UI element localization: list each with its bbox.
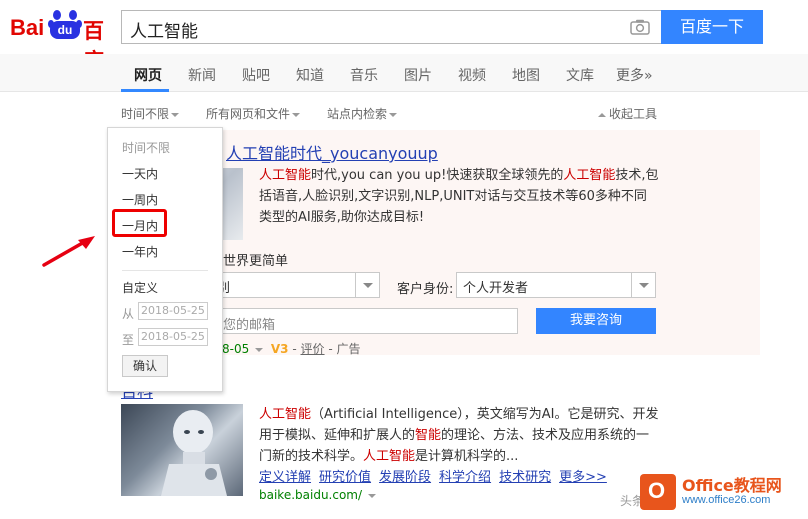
ad-title-link[interactable]: 人工智能时代_youcanyouup [226,140,438,164]
sublink-more[interactable]: 更多>> [559,470,607,485]
sublink-definition[interactable]: 定义详解 [259,470,311,485]
camera-icon[interactable] [630,19,650,35]
to-label: 至 [122,333,135,347]
sublink-value[interactable]: 研究价值 [319,470,371,485]
time-option-any[interactable]: 时间不限 [122,139,170,156]
ad-description: 人工智能时代,you can you up!快速获取全球领先的人工智能技术,包括… [259,165,659,228]
result-sublinks: 定义详解 研究价值 发展阶段 科学介绍 技术研究 更多>> [259,466,615,485]
to-date-input[interactable]: 2018-05-25 [138,328,208,346]
highlight-annotation [112,209,167,237]
tab-web[interactable]: 网页 [134,65,162,85]
desc-text: 是计算机科学的... [415,449,519,464]
tab-map[interactable]: 地图 [512,65,540,85]
tab-video[interactable]: 视频 [458,65,486,85]
role-label: 客户身份: [397,282,454,297]
sublink-intro[interactable]: 科学介绍 [439,470,491,485]
search-input[interactable] [121,10,662,44]
collapse-tools-label: 收起工具 [609,107,658,121]
chevron-down-icon[interactable] [367,493,376,498]
watermark-brand: Office教程网 [682,476,782,495]
highlight-term: 人工智能 [259,407,312,422]
highlight-term: 人工智能 [563,168,616,183]
from-label: 从 [122,307,135,321]
email-placeholder: 您的邮箱 [223,318,276,333]
highlight-term: 人工智能 [259,168,312,183]
chevron-down-icon [171,112,180,117]
ad-meta: 8-05 V3 - 评价 - 广告 [222,342,361,356]
filter-filetype[interactable]: 所有网页和文件 [206,105,301,122]
baidu-logo[interactable]: Bai du 百度 [10,6,115,73]
ad-subheading: 世界更简单 [223,254,289,269]
time-option-day[interactable]: 一天内 [122,165,158,182]
result-url-text: baike.baidu.com/ [259,488,363,502]
watermark-logo: 头条 O Office教程网 www.office26.com [620,468,806,516]
collapse-tools[interactable]: 收起工具 [598,105,657,122]
tab-wenku[interactable]: 文库 [566,65,594,85]
tab-tieba[interactable]: 贴吧 [242,65,270,85]
filter-time[interactable]: 时间不限 [121,105,180,122]
tab-zhidao[interactable]: 知道 [296,65,324,85]
result-description: 人工智能（Artificial Intelligence），英文缩写为AI。它是… [259,404,659,467]
tab-news[interactable]: 新闻 [188,65,216,85]
logo-du: du [50,21,80,39]
chevron-down-icon [355,273,379,297]
robot-thumbnail[interactable] [121,404,243,496]
custom-range-label: 自定义 [122,281,159,295]
filter-site[interactable]: 站点内检索 [327,105,398,122]
consult-button[interactable]: 我要咨询 [536,308,656,334]
tab-music[interactable]: 音乐 [350,65,378,85]
time-option-week[interactable]: 一周内 [122,191,158,208]
active-tab-indicator [121,89,169,92]
chevron-down-icon [292,112,301,117]
confirm-button[interactable]: 确认 [122,355,168,377]
robot-icon [161,410,227,496]
chevron-down-icon[interactable] [255,347,264,352]
tab-more[interactable]: 更多» [616,65,653,85]
filter-time-label: 时间不限 [121,107,170,121]
result-url: baike.baidu.com/ [259,488,376,502]
select-role[interactable]: 个人开发者 [456,272,656,298]
logo-text-latin: Bai [10,15,45,40]
sublink-research[interactable]: 技术研究 [499,470,551,485]
filter-filetype-label: 所有网页和文件 [206,107,291,121]
chevron-down-icon [389,112,398,117]
desc-text: 时代,you can you up!快速获取全球领先的 [311,168,564,183]
select-category[interactable]: 别 [210,272,380,298]
review-link[interactable]: 评价 [301,342,325,356]
from-date-input[interactable]: 2018-05-25 [138,302,208,320]
tab-images[interactable]: 图片 [404,65,432,85]
ad-label: - 广告 [324,342,361,356]
chevron-down-icon [631,273,655,297]
v3-badge[interactable]: V3 [271,342,289,356]
search-button[interactable]: 百度一下 [661,10,763,44]
filter-site-label: 站点内检索 [327,107,388,121]
ad-date: 8-05 [222,342,250,356]
dropdown-divider [122,270,208,271]
chevron-up-icon [598,112,606,117]
select-role-value: 个人开发者 [463,281,529,296]
highlight-term: 智能 [415,428,442,443]
watermark-site: www.office26.com [682,494,771,506]
office-icon: O [640,474,676,510]
search-query[interactable]: 人工智能 [130,17,198,42]
time-option-year[interactable]: 一年内 [122,243,158,260]
highlight-term: 人工智能 [363,449,416,464]
annotation-arrow-icon [42,236,95,267]
sublink-stages[interactable]: 发展阶段 [379,470,431,485]
